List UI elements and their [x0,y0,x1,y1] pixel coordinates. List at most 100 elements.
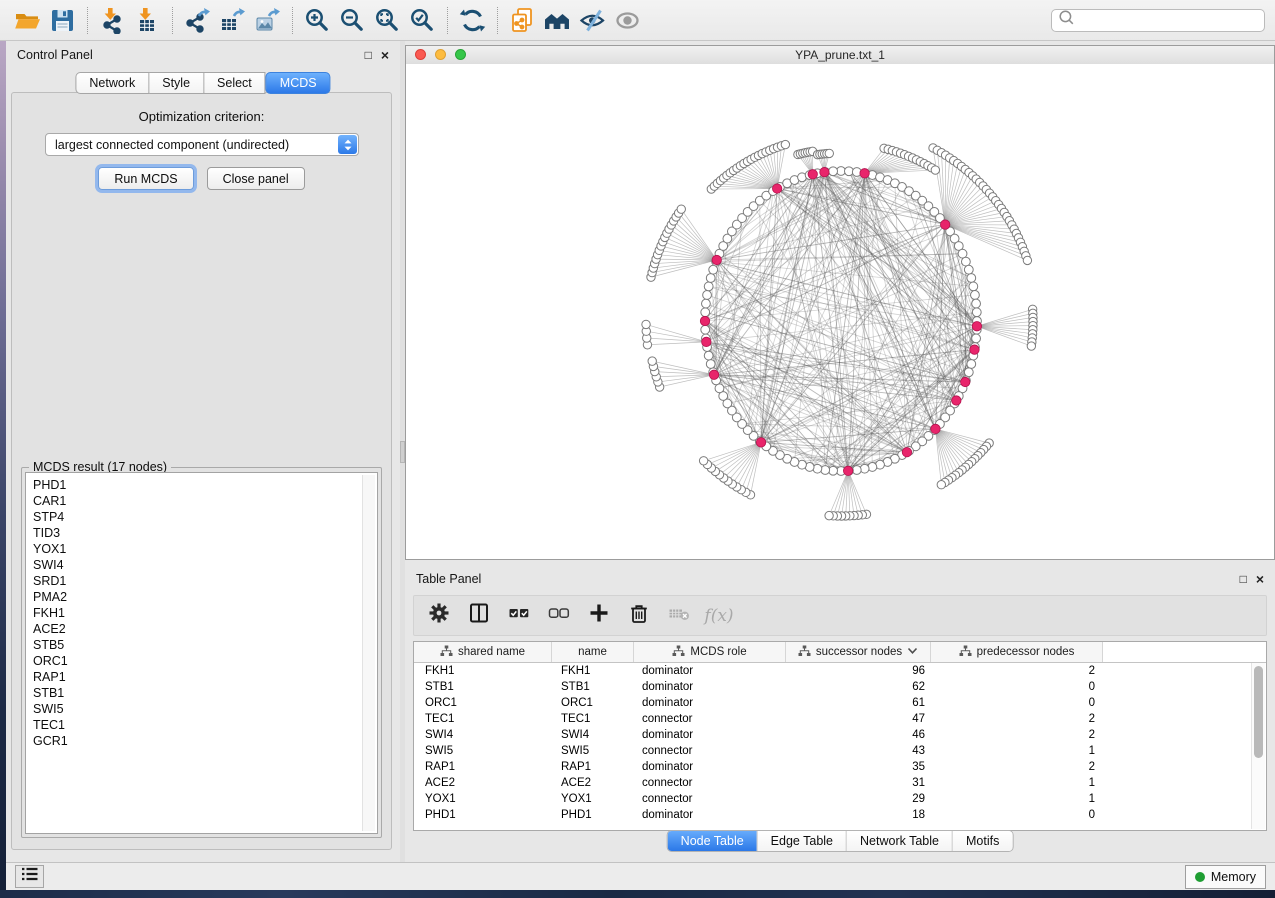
column-header-successor-nodes[interactable]: successor nodes [786,642,931,662]
tab-edge-table[interactable]: Edge Table [757,831,846,851]
table-row[interactable]: RAP1RAP1dominator352 [414,759,1266,775]
run-mcds-button[interactable]: Run MCDS [98,167,193,190]
select-all-button[interactable] [507,604,531,628]
list-item[interactable]: PMA2 [33,589,377,605]
float-table-panel-icon[interactable]: □ [1240,573,1247,585]
cell-predecessor-nodes: 1 [931,745,1103,757]
list-item[interactable]: ACE2 [33,621,377,637]
list-item[interactable]: ORC1 [33,653,377,669]
cell-shared-name: TEC1 [414,713,552,725]
zoom-in-icon [304,7,331,34]
list-item[interactable]: SWI4 [33,557,377,573]
import-table-button[interactable] [131,4,164,37]
task-history-button[interactable] [15,865,44,888]
table-row[interactable]: TEC1TEC1connector472 [414,711,1266,727]
list-item[interactable]: SWI5 [33,701,377,717]
table-scrollbar[interactable] [1251,663,1265,829]
tab-mcds[interactable]: MCDS [266,72,331,94]
export-table-button[interactable] [216,4,249,37]
export-network-button[interactable] [181,4,214,37]
duplicate-network-icon [509,7,536,34]
table-scrollbar-thumb[interactable] [1254,666,1263,758]
list-item[interactable]: RAP1 [33,669,377,685]
zoom-out-button[interactable] [336,4,369,37]
mcds-tab-content: Optimization criterion: largest connecte… [11,92,392,850]
search-icon [1058,9,1075,31]
cell-successor-nodes: 46 [786,729,931,741]
duplicate-network-button[interactable] [506,4,539,37]
deselect-all-button[interactable] [547,604,571,628]
column-header-predecessor-nodes[interactable]: predecessor nodes [931,642,1103,662]
settings-button[interactable] [427,604,451,628]
tab-motifs[interactable]: Motifs [952,831,1012,851]
close-panel-icon[interactable]: × [381,49,389,61]
list-item[interactable]: GCR1 [33,733,377,749]
show-neighbors-button[interactable] [611,4,644,37]
cell-successor-nodes: 96 [786,665,931,677]
maximize-window-icon[interactable] [455,49,466,60]
control-panel: Control Panel □ × NetworkStyleSelectMCDS… [6,41,400,862]
table-row[interactable]: ORC1ORC1dominator610 [414,695,1266,711]
list-item[interactable]: FKH1 [33,605,377,621]
zoom-fit-button[interactable] [371,4,404,37]
list-item[interactable]: STP4 [33,509,377,525]
cell-name: FKH1 [552,665,634,677]
window-controls [415,49,466,60]
column-header-MCDS-role[interactable]: MCDS role [634,642,786,662]
delete-row-button[interactable] [627,604,651,628]
list-item[interactable]: TID3 [33,525,377,541]
search-box[interactable] [1051,9,1265,32]
refresh-layout-button[interactable] [456,4,489,37]
tab-network[interactable]: Network [75,72,149,94]
table-row[interactable]: SWI5SWI5connector431 [414,743,1266,759]
minimize-window-icon[interactable] [435,49,446,60]
toolbar-separator [172,7,173,34]
list-item[interactable]: STB1 [33,685,377,701]
column-header-name[interactable]: name [552,642,634,662]
table-row[interactable]: SWI4SWI4dominator462 [414,727,1266,743]
column-header-shared-name[interactable]: shared name [414,642,552,662]
zoom-in-button[interactable] [301,4,334,37]
table-row[interactable]: STB1STB1dominator620 [414,679,1266,695]
cell-name: YOX1 [552,793,634,805]
hide-neighbors-button[interactable] [576,4,609,37]
float-panel-icon[interactable]: □ [365,49,372,61]
status-bar: Memory [6,862,1275,890]
list-item[interactable]: YOX1 [33,541,377,557]
zoom-selected-button[interactable] [406,4,439,37]
tab-node-table[interactable]: Node Table [668,831,757,851]
criterion-dropdown[interactable]: largest connected component (undirected) [45,133,359,156]
list-item[interactable]: CAR1 [33,493,377,509]
table-row[interactable]: ACE2ACE2connector311 [414,775,1266,791]
search-input[interactable] [1075,12,1258,28]
open-session-button[interactable] [11,4,44,37]
save-session-button[interactable] [46,4,79,37]
cell-predecessor-nodes: 1 [931,793,1103,805]
add-row-button[interactable] [587,604,611,628]
export-image-button[interactable] [251,4,284,37]
table-row[interactable]: PHD1PHD1dominator180 [414,807,1266,823]
cell-predecessor-nodes: 2 [931,729,1103,741]
import-network-button[interactable] [96,4,129,37]
list-item[interactable]: STB5 [33,637,377,653]
result-list-scrollbar[interactable] [362,475,375,831]
memory-button[interactable]: Memory [1185,865,1266,889]
cell-name: ORC1 [552,697,634,709]
first-neighbors-button[interactable] [541,4,574,37]
network-canvas[interactable] [406,64,1274,559]
tab-select[interactable]: Select [204,72,266,94]
cell-shared-name: ACE2 [414,777,552,789]
tab-style[interactable]: Style [149,72,204,94]
cell-name: ACE2 [552,777,634,789]
add-row-icon [588,602,610,629]
list-item[interactable]: PHD1 [33,477,377,493]
list-item[interactable]: TEC1 [33,717,377,733]
split-panel-button[interactable] [467,604,491,628]
table-row[interactable]: FKH1FKH1dominator962 [414,663,1266,679]
close-window-icon[interactable] [415,49,426,60]
table-row[interactable]: YOX1YOX1connector291 [414,791,1266,807]
close-panel-button[interactable]: Close panel [207,167,305,190]
tab-network-table[interactable]: Network Table [846,831,952,851]
list-item[interactable]: SRD1 [33,573,377,589]
close-table-panel-icon[interactable]: × [1256,573,1264,585]
